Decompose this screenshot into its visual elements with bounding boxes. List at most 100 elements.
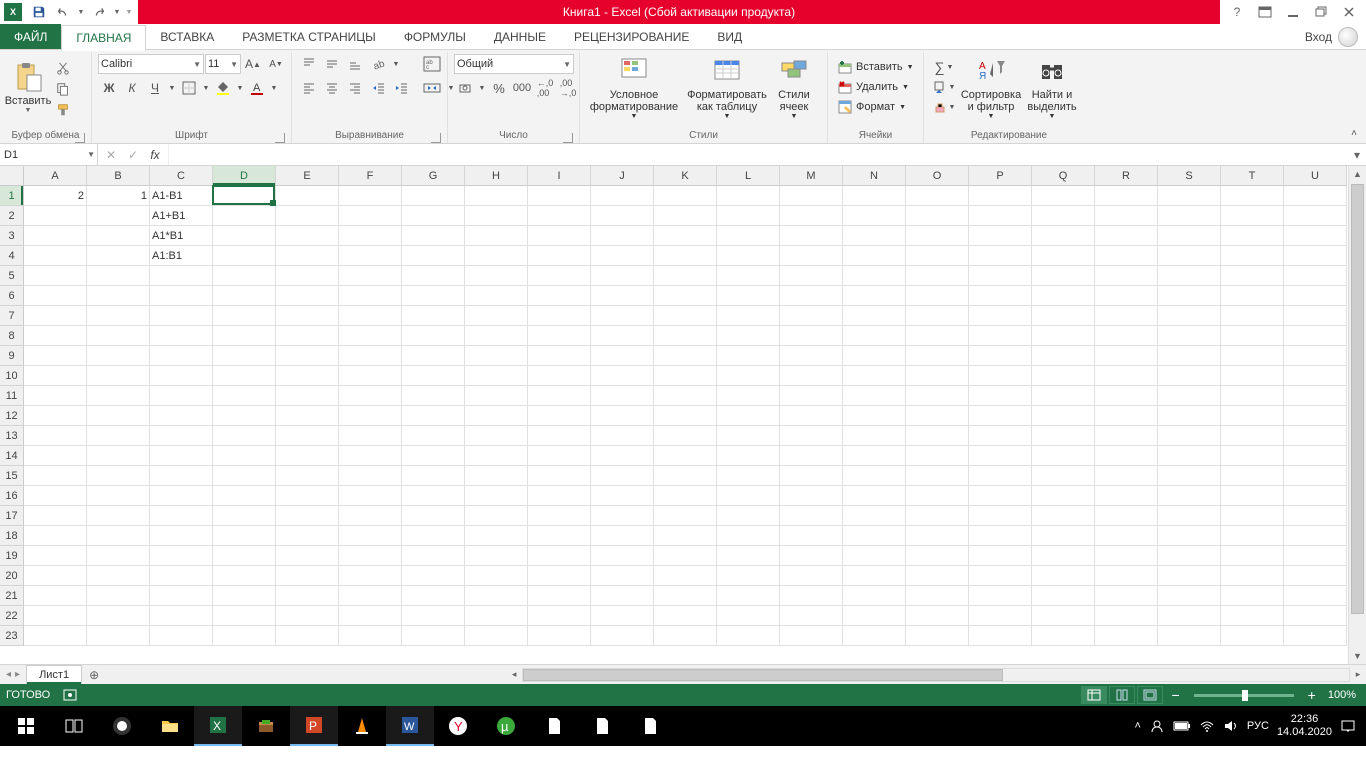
cell[interactable] bbox=[591, 566, 654, 586]
cell[interactable] bbox=[276, 506, 339, 526]
cell[interactable] bbox=[717, 366, 780, 386]
cell[interactable] bbox=[780, 286, 843, 306]
accounting-dropdown[interactable]: ▼ bbox=[477, 78, 487, 98]
cell[interactable] bbox=[906, 206, 969, 226]
cell[interactable] bbox=[339, 606, 402, 626]
cell[interactable] bbox=[780, 426, 843, 446]
cell[interactable] bbox=[150, 326, 213, 346]
cell[interactable] bbox=[1032, 406, 1095, 426]
cell[interactable] bbox=[276, 486, 339, 506]
cell[interactable] bbox=[969, 486, 1032, 506]
cell[interactable] bbox=[906, 506, 969, 526]
cell[interactable] bbox=[1095, 186, 1158, 206]
cell[interactable] bbox=[591, 546, 654, 566]
cell[interactable] bbox=[654, 486, 717, 506]
cell[interactable] bbox=[906, 606, 969, 626]
cell[interactable] bbox=[591, 386, 654, 406]
cell[interactable] bbox=[906, 346, 969, 366]
cell[interactable] bbox=[906, 446, 969, 466]
cell[interactable] bbox=[24, 406, 87, 426]
row-header[interactable]: 18 bbox=[0, 526, 24, 546]
tab-insert[interactable]: ВСТАВКА bbox=[146, 24, 228, 49]
cell[interactable] bbox=[1032, 466, 1095, 486]
cell[interactable] bbox=[906, 546, 969, 566]
cell[interactable] bbox=[87, 206, 150, 226]
cell[interactable] bbox=[969, 566, 1032, 586]
cell[interactable] bbox=[339, 186, 402, 206]
align-bottom-icon[interactable] bbox=[344, 54, 366, 74]
cell[interactable] bbox=[1032, 386, 1095, 406]
cell[interactable] bbox=[1221, 346, 1284, 366]
cell[interactable] bbox=[339, 426, 402, 446]
cell[interactable] bbox=[843, 266, 906, 286]
cell[interactable] bbox=[654, 406, 717, 426]
cell[interactable] bbox=[528, 386, 591, 406]
cell[interactable] bbox=[1032, 286, 1095, 306]
comma-icon[interactable]: 000 bbox=[511, 78, 533, 98]
cell[interactable] bbox=[1032, 626, 1095, 646]
cell[interactable] bbox=[87, 466, 150, 486]
cell[interactable] bbox=[1284, 366, 1347, 386]
scroll-left-icon[interactable]: ◂ bbox=[506, 669, 522, 680]
cell[interactable] bbox=[1032, 266, 1095, 286]
cell[interactable] bbox=[717, 326, 780, 346]
copy-icon[interactable] bbox=[52, 79, 74, 99]
cell[interactable] bbox=[150, 626, 213, 646]
column-header[interactable]: S bbox=[1158, 166, 1221, 186]
cell[interactable] bbox=[213, 566, 276, 586]
cell[interactable] bbox=[780, 506, 843, 526]
find-select-button[interactable]: Найти и выделить▼ bbox=[1024, 54, 1080, 122]
cell[interactable] bbox=[717, 566, 780, 586]
undo-icon[interactable] bbox=[52, 1, 74, 23]
cell[interactable] bbox=[1032, 486, 1095, 506]
cell[interactable] bbox=[213, 206, 276, 226]
cell[interactable] bbox=[969, 286, 1032, 306]
row-header[interactable]: 12 bbox=[0, 406, 24, 426]
cell[interactable] bbox=[402, 606, 465, 626]
cell[interactable]: 1 bbox=[87, 186, 150, 206]
taskbar-word-icon[interactable]: W bbox=[386, 706, 434, 746]
column-header[interactable]: J bbox=[591, 166, 654, 186]
fill-color-dropdown[interactable]: ▼ bbox=[235, 78, 245, 98]
cell[interactable] bbox=[339, 446, 402, 466]
cell[interactable] bbox=[717, 206, 780, 226]
cell[interactable] bbox=[1158, 546, 1221, 566]
cell[interactable] bbox=[654, 506, 717, 526]
column-header[interactable]: O bbox=[906, 166, 969, 186]
cell[interactable] bbox=[87, 346, 150, 366]
cell[interactable] bbox=[213, 586, 276, 606]
cell[interactable] bbox=[465, 466, 528, 486]
cell[interactable] bbox=[906, 186, 969, 206]
cell[interactable] bbox=[213, 626, 276, 646]
cell[interactable] bbox=[87, 246, 150, 266]
cell[interactable] bbox=[1284, 266, 1347, 286]
fill-color-icon[interactable] bbox=[212, 78, 234, 98]
cell[interactable] bbox=[1095, 246, 1158, 266]
cell[interactable] bbox=[1158, 426, 1221, 446]
cell[interactable] bbox=[24, 246, 87, 266]
cell[interactable] bbox=[465, 306, 528, 326]
cell[interactable] bbox=[150, 506, 213, 526]
cell[interactable] bbox=[339, 286, 402, 306]
cell[interactable] bbox=[717, 286, 780, 306]
cell[interactable] bbox=[87, 446, 150, 466]
cell[interactable] bbox=[717, 186, 780, 206]
cell[interactable] bbox=[339, 406, 402, 426]
align-right-icon[interactable] bbox=[344, 78, 366, 98]
zoom-slider-thumb[interactable] bbox=[1242, 690, 1248, 701]
collapse-ribbon-icon[interactable]: ˄ bbox=[1346, 125, 1362, 141]
cell[interactable] bbox=[276, 386, 339, 406]
cell[interactable] bbox=[591, 626, 654, 646]
cell[interactable] bbox=[1158, 246, 1221, 266]
cell[interactable] bbox=[780, 386, 843, 406]
cell[interactable] bbox=[969, 246, 1032, 266]
cell[interactable] bbox=[213, 246, 276, 266]
cell[interactable] bbox=[24, 326, 87, 346]
align-top-icon[interactable] bbox=[298, 54, 320, 74]
vertical-scrollbar-thumb[interactable] bbox=[1351, 184, 1364, 614]
cell[interactable] bbox=[213, 306, 276, 326]
cell[interactable] bbox=[843, 546, 906, 566]
cell[interactable] bbox=[213, 486, 276, 506]
taskbar-doc-3[interactable] bbox=[626, 706, 674, 746]
cell[interactable] bbox=[276, 526, 339, 546]
